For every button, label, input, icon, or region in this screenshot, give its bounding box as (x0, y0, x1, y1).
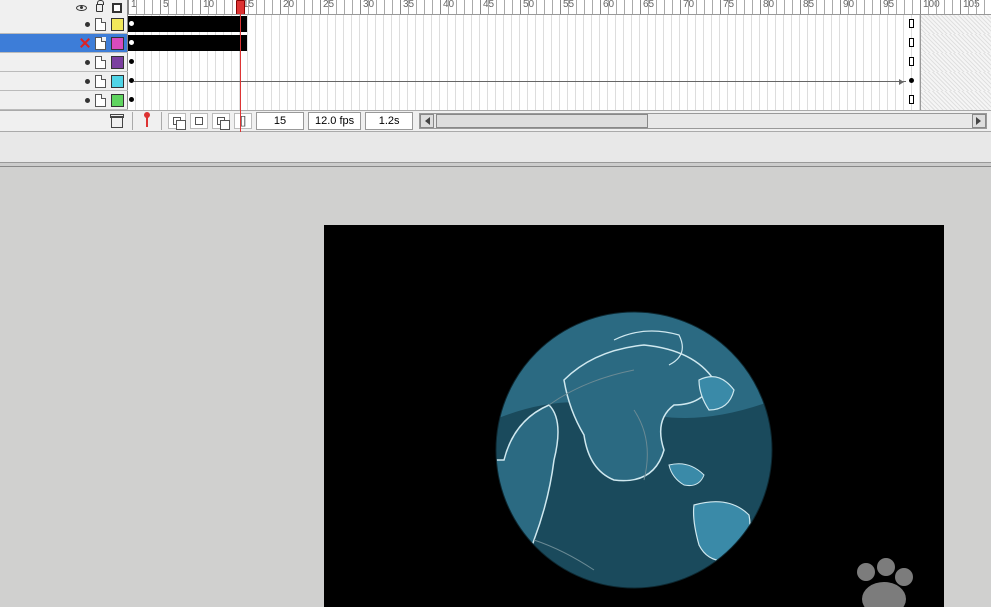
timeline-toolbar: 15 12.0 fps 1.2s (0, 110, 991, 132)
frame-strip[interactable] (128, 34, 991, 53)
layer-lock-icon[interactable] (95, 75, 106, 88)
edit-multiple-frames-button[interactable] (212, 113, 230, 129)
layer-visible-dot[interactable] (85, 60, 90, 65)
frame-span[interactable] (128, 35, 247, 51)
current-frame-display: 15 (256, 112, 304, 130)
panel-splitter[interactable] (0, 163, 991, 167)
layer-controls (0, 15, 128, 33)
frame-end-marker[interactable] (909, 38, 914, 47)
lock-icon[interactable] (93, 2, 105, 14)
layer-lock-icon[interactable] (95, 18, 106, 31)
layer-visible-dot[interactable] (85, 98, 90, 103)
scroll-right-button[interactable] (972, 114, 986, 128)
tween-arrow (134, 81, 906, 82)
keyframe-dot[interactable] (909, 78, 914, 83)
elapsed-time-display: 1.2s (365, 112, 413, 130)
eye-icon[interactable] (75, 2, 87, 14)
frame-rate-display: 12.0 fps (308, 112, 361, 130)
watermark-paw-icon (846, 557, 916, 607)
keyframe-dot[interactable] (129, 97, 134, 102)
layer-row[interactable] (0, 15, 991, 34)
layer-color-swatch[interactable] (111, 94, 124, 107)
layer-color-swatch[interactable] (111, 56, 124, 69)
layer-controls (0, 34, 128, 52)
layer-color-swatch[interactable] (111, 37, 124, 50)
earth-graphic (494, 310, 774, 590)
frame-span[interactable] (128, 16, 247, 32)
layer-color-swatch[interactable] (111, 18, 124, 31)
trash-icon[interactable] (110, 114, 122, 128)
timeline-hscrollbar[interactable] (419, 113, 987, 129)
layer-row[interactable] (0, 53, 991, 72)
layer-column-header (0, 0, 128, 15)
layer-row[interactable] (0, 91, 991, 110)
frame-ruler[interactable]: 1510152025303540455055606570758085909510… (128, 0, 991, 15)
outline-icon[interactable] (111, 2, 123, 14)
layer-lock-icon[interactable] (95, 56, 106, 69)
scrollbar-thumb[interactable] (436, 114, 648, 128)
layer-row[interactable] (0, 72, 991, 91)
stage-area (0, 162, 991, 607)
layer-lock-icon[interactable] (95, 37, 106, 50)
layer-controls (0, 91, 128, 109)
playhead-marker-icon[interactable] (141, 113, 153, 129)
layer-lock-icon[interactable] (95, 94, 106, 107)
frame-end-marker[interactable] (909, 19, 914, 28)
layers-panel (0, 15, 991, 110)
frame-strip[interactable] (128, 72, 991, 91)
scroll-left-button[interactable] (420, 114, 434, 128)
frame-end-marker[interactable] (909, 57, 914, 66)
timeline-header: 1510152025303540455055606570758085909510… (0, 0, 991, 15)
ruler-label: 105 (963, 0, 980, 10)
layer-visible-dot[interactable] (85, 79, 90, 84)
onion-skin-button[interactable] (168, 113, 186, 129)
ruler-label: 100 (923, 0, 940, 10)
layer-color-swatch[interactable] (111, 75, 124, 88)
layer-controls (0, 53, 128, 71)
frame-strip[interactable] (128, 91, 991, 110)
layer-row[interactable] (0, 34, 991, 53)
layer-controls (0, 72, 128, 90)
frame-end-marker[interactable] (909, 95, 914, 104)
layer-visible-dot[interactable] (85, 22, 90, 27)
playhead-handle[interactable] (236, 0, 245, 15)
keyframe-dot[interactable] (129, 59, 134, 64)
frame-strip[interactable] (128, 53, 991, 72)
onion-skin-outlines-button[interactable] (190, 113, 208, 129)
stage-canvas[interactable] (324, 225, 944, 607)
layer-hidden-icon[interactable] (80, 38, 90, 48)
modify-onion-markers-button[interactable] (234, 113, 252, 129)
frame-strip[interactable] (128, 15, 991, 34)
